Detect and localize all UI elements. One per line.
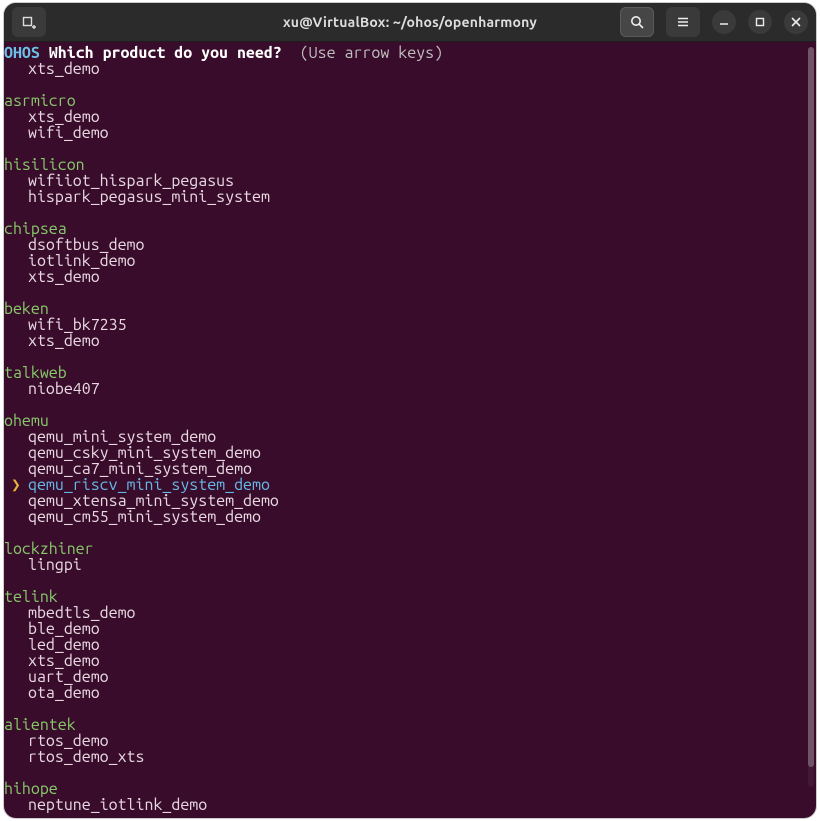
product-label: qemu_cm55_mini_system_demo <box>28 508 261 526</box>
product-item[interactable]: wifi_demo <box>4 125 816 141</box>
product-item[interactable]: qemu_xtensa_mini_system_demo <box>4 493 816 509</box>
product-item[interactable]: xts_demo <box>4 653 816 669</box>
product-item[interactable]: led_demo <box>4 637 816 653</box>
product-label: xts_demo <box>28 60 100 78</box>
product-item[interactable]: xts_demo <box>4 333 816 349</box>
vendor-heading: hihope <box>4 781 816 797</box>
product-item[interactable]: ble_demo <box>4 621 816 637</box>
hamburger-menu-button[interactable] <box>666 7 700 37</box>
product-label: neptune_iotlink_demo <box>28 796 207 814</box>
selection-indicator-icon: ❯ <box>4 477 28 493</box>
vendor-heading: talkweb <box>4 365 816 381</box>
vendor-heading: alientek <box>4 717 816 733</box>
product-item[interactable]: qemu_csky_mini_system_demo <box>4 445 816 461</box>
terminal-window: xu@VirtualBox: ~/ohos/openharmony OHOS W… <box>4 3 816 818</box>
product-item[interactable]: neptune_iotlink_demo <box>4 797 816 813</box>
product-label: lingpi <box>28 556 82 574</box>
product-item[interactable]: xts_demo <box>4 269 816 285</box>
product-item[interactable]: wifi_bk7235 <box>4 317 816 333</box>
product-item[interactable]: xts_demo <box>4 109 816 125</box>
blank-line <box>4 525 816 541</box>
product-item[interactable]: xts_demo <box>4 61 816 77</box>
prompt-line: OHOS Which product do you need? (Use arr… <box>4 45 816 61</box>
vendor-heading: ohemu <box>4 413 816 429</box>
terminal-body[interactable]: OHOS Which product do you need? (Use arr… <box>4 41 816 818</box>
product-item[interactable]: mbedtls_demo <box>4 605 816 621</box>
product-label: wifi_demo <box>28 124 109 142</box>
blank-line <box>4 573 816 589</box>
maximize-button[interactable] <box>748 10 772 34</box>
product-item[interactable]: rtos_demo_xts <box>4 749 816 765</box>
product-label: ota_demo <box>28 684 100 702</box>
scrollbar[interactable] <box>808 47 814 787</box>
product-label: niobe407 <box>28 380 100 398</box>
vendor-heading: hisilicon <box>4 157 816 173</box>
blank-line <box>4 77 816 93</box>
product-item[interactable]: qemu_mini_system_demo <box>4 429 816 445</box>
scrollbar-thumb[interactable] <box>808 47 814 767</box>
product-item[interactable]: wifiiot_hispark_pegasus <box>4 173 816 189</box>
product-item[interactable]: ❯qemu_riscv_mini_system_demo <box>4 477 816 493</box>
close-button[interactable] <box>784 10 808 34</box>
titlebar: xu@VirtualBox: ~/ohos/openharmony <box>4 3 816 42</box>
blank-line <box>4 701 816 717</box>
product-item[interactable]: dsoftbus_demo <box>4 237 816 253</box>
product-label: hispark_pegasus_mini_system <box>28 188 270 206</box>
vendor-heading: asrmicro <box>4 93 816 109</box>
blank-line <box>4 285 816 301</box>
product-item[interactable]: hispark_pegasus_mini_system <box>4 189 816 205</box>
blank-line <box>4 349 816 365</box>
product-label: rtos_demo_xts <box>28 748 144 766</box>
blank-line <box>4 397 816 413</box>
product-item[interactable]: ota_demo <box>4 685 816 701</box>
product-item[interactable]: rtos_demo <box>4 733 816 749</box>
blank-line <box>4 205 816 221</box>
new-tab-button[interactable] <box>12 7 46 37</box>
product-label: xts_demo <box>28 268 100 286</box>
vendor-heading: beken <box>4 301 816 317</box>
blank-line <box>4 765 816 781</box>
product-item[interactable]: qemu_ca7_mini_system_demo <box>4 461 816 477</box>
vendor-heading: telink <box>4 589 816 605</box>
product-item[interactable]: qemu_cm55_mini_system_demo <box>4 509 816 525</box>
search-button[interactable] <box>620 7 654 37</box>
product-item[interactable]: niobe407 <box>4 381 816 397</box>
product-item[interactable]: iotlink_demo <box>4 253 816 269</box>
vendor-heading: lockzhiner <box>4 541 816 557</box>
product-item[interactable]: uart_demo <box>4 669 816 685</box>
product-label: xts_demo <box>28 332 100 350</box>
vendor-heading: chipsea <box>4 221 816 237</box>
blank-line <box>4 141 816 157</box>
product-item[interactable]: lingpi <box>4 557 816 573</box>
minimize-button[interactable] <box>712 10 736 34</box>
prompt-hint: (Use arrow keys) <box>300 44 443 62</box>
